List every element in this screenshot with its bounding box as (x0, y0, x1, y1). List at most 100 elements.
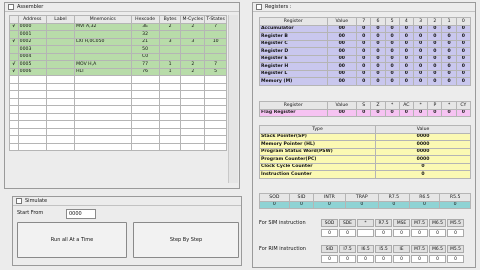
register-bit[interactable]: 0 (455, 39, 472, 48)
interrupt-value[interactable]: 0 (378, 200, 410, 209)
assembler-cell[interactable] (158, 135, 182, 144)
register-bit[interactable]: 0 (412, 54, 429, 63)
register-value[interactable]: 00 (326, 47, 358, 56)
register-bit[interactable]: 0 (384, 47, 400, 56)
assembler-cell[interactable] (45, 52, 76, 61)
register-bit[interactable]: 0 (427, 24, 443, 33)
assembler-cell[interactable]: 76 (130, 67, 160, 76)
assembler-cell[interactable] (158, 52, 182, 61)
assembler-cell[interactable]: 3E (130, 22, 160, 31)
register-bit[interactable]: 0 (370, 54, 386, 63)
assembler-cell[interactable]: 7 (204, 60, 227, 69)
assembler-cell[interactable] (130, 135, 160, 144)
register-bit[interactable]: 0 (398, 47, 415, 56)
register-bit[interactable]: 0 (427, 32, 443, 41)
register-bit[interactable]: 0 (398, 32, 415, 41)
assembler-cell[interactable] (204, 127, 227, 136)
assembler-cell[interactable] (158, 82, 182, 91)
register-bit[interactable]: 0 (370, 39, 386, 48)
register-value[interactable]: 00 (326, 32, 358, 41)
assembler-cell[interactable]: 0001 (17, 30, 47, 39)
assembler-cell[interactable] (204, 30, 227, 39)
assembler-row[interactable]: √ 0000 MVI A,32 3E 2 2 7 (9, 22, 227, 31)
special-register-value[interactable]: 0000 (375, 147, 471, 156)
flag-bit[interactable]: 0 (412, 108, 429, 117)
assembler-column-header[interactable]: Hexcode (130, 15, 160, 24)
register-bit[interactable]: 0 (356, 54, 372, 63)
register-bit[interactable]: 0 (398, 24, 415, 33)
assembler-cell[interactable]: 10 (204, 37, 227, 46)
register-bit[interactable]: 0 (370, 62, 386, 71)
register-bit[interactable]: 0 (384, 69, 400, 78)
assembler-row[interactable] (9, 127, 227, 136)
assembler-cell[interactable] (17, 127, 47, 136)
assembler-column-header[interactable]: Address (17, 15, 47, 24)
flag-bit[interactable]: 0 (455, 108, 472, 117)
register-value[interactable]: 00 (326, 54, 358, 63)
rim-field-value[interactable]: 0 (429, 255, 446, 263)
flag-bit[interactable]: 0 (427, 108, 443, 117)
assembled-check[interactable] (9, 127, 19, 136)
assembler-cell[interactable] (45, 67, 76, 76)
assembler-cell[interactable] (130, 75, 160, 84)
register-bit[interactable]: 0 (356, 77, 372, 86)
flag-register-value[interactable]: 00 (326, 108, 358, 117)
interrupt-value[interactable]: 0 (288, 200, 315, 209)
assembler-cell[interactable] (158, 142, 182, 151)
assembler-cell[interactable] (45, 120, 76, 129)
register-bit[interactable]: 0 (412, 69, 429, 78)
assembler-cell[interactable] (180, 30, 206, 39)
assembler-cell[interactable] (180, 97, 206, 106)
register-bit[interactable]: 0 (356, 69, 372, 78)
register-bit[interactable]: 0 (441, 39, 457, 48)
assembler-cell[interactable] (74, 52, 132, 61)
assembler-cell[interactable] (204, 75, 227, 84)
special-register-value[interactable]: 0000 (375, 155, 471, 164)
assembler-cell[interactable] (74, 127, 132, 136)
register-bit[interactable]: 0 (356, 39, 372, 48)
assembler-cell[interactable] (204, 97, 227, 106)
assembler-row[interactable] (9, 135, 227, 144)
assembler-cell[interactable] (204, 90, 227, 99)
assembler-cell[interactable] (180, 112, 206, 121)
assembler-row[interactable] (9, 105, 227, 114)
assembler-cell[interactable]: 0006 (17, 67, 47, 76)
register-bit[interactable]: 0 (427, 47, 443, 56)
assembler-cell[interactable]: 1 (158, 67, 182, 76)
register-value[interactable]: 00 (326, 62, 358, 71)
assembler-cell[interactable] (130, 127, 160, 136)
interrupt-value[interactable]: 0 (408, 200, 441, 209)
assembler-column-header[interactable]: T-States (204, 15, 227, 24)
assembler-cell[interactable] (74, 97, 132, 106)
assembler-cell[interactable] (204, 45, 227, 54)
assembler-row[interactable] (9, 97, 227, 106)
assembler-cell[interactable]: 0000 (17, 22, 47, 31)
assembled-check[interactable] (9, 105, 19, 114)
assembler-cell[interactable] (180, 82, 206, 91)
assembler-cell[interactable]: C0 (130, 52, 160, 61)
assembler-cell[interactable] (45, 97, 76, 106)
assembler-cell[interactable]: 5 (204, 67, 227, 76)
assembler-cell[interactable]: 2 (180, 60, 206, 69)
assembler-cell[interactable] (130, 112, 160, 121)
register-bit[interactable]: 0 (427, 54, 443, 63)
assembler-cell[interactable] (17, 75, 47, 84)
assembler-cell[interactable] (17, 135, 47, 144)
assembler-cell[interactable] (17, 105, 47, 114)
flag-bit[interactable]: 0 (398, 108, 415, 117)
assembler-cell[interactable] (17, 142, 47, 151)
register-bit[interactable]: 0 (412, 47, 429, 56)
assembler-row[interactable] (9, 75, 227, 84)
register-bit[interactable]: 0 (455, 32, 472, 41)
assembler-cell[interactable]: 7 (204, 22, 227, 31)
register-bit[interactable]: 0 (370, 47, 386, 56)
rim-field-value[interactable]: 0 (375, 255, 392, 263)
assembler-cell[interactable] (74, 45, 132, 54)
start-from-input[interactable]: 0000 (66, 209, 96, 219)
register-bit[interactable]: 0 (370, 69, 386, 78)
flag-bit[interactable]: 0 (384, 108, 400, 117)
assembler-row[interactable] (9, 112, 227, 121)
assembler-column-header[interactable] (9, 15, 19, 24)
assembler-cell[interactable]: MOV H,A (74, 60, 132, 69)
assembler-cell[interactable] (158, 97, 182, 106)
